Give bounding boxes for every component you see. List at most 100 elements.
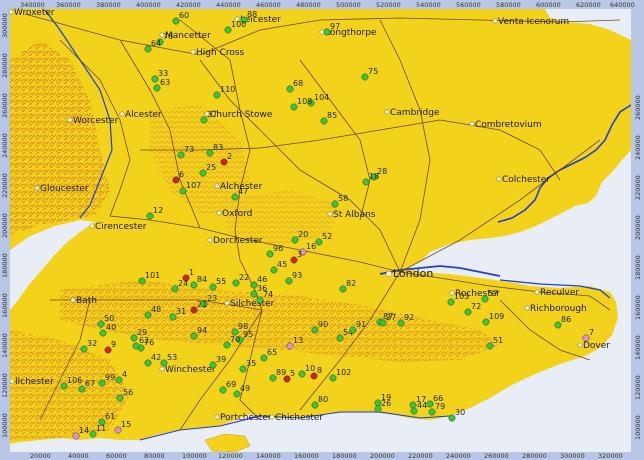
bottom-tick: 180000 — [332, 452, 357, 460]
site-number: 18 — [369, 172, 379, 181]
site-number: 33 — [158, 69, 168, 78]
town-marker — [207, 237, 213, 243]
town: Gloucester — [34, 184, 89, 194]
town-label: Gloucester — [40, 184, 89, 194]
left-axis: 300000 280000 260000 240000 220000 20000… — [1, 13, 9, 438]
town-label: Venta Icenorum — [498, 17, 569, 27]
town-label: High Cross — [196, 48, 245, 58]
bottom-tick: 20000 — [30, 452, 51, 460]
site-number: 51 — [493, 336, 503, 345]
bottom-tick: 100000 — [182, 452, 207, 460]
town-label: Oxford — [222, 209, 252, 219]
site-number: 89 — [276, 368, 286, 377]
site-number: 67 — [85, 379, 95, 388]
site-number: 22 — [239, 273, 249, 282]
site-number: 75 — [368, 67, 378, 76]
left-tick: 160000 — [1, 293, 9, 318]
right-tick: 180000 — [634, 255, 642, 280]
site-number: 74 — [263, 290, 273, 299]
right-tick: 140000 — [634, 335, 642, 360]
town: Dorchester — [207, 236, 263, 246]
site-number: 100 — [231, 20, 246, 29]
town-label: Dover — [583, 341, 610, 351]
left-tick: 300000 — [1, 13, 9, 38]
site-number: 24 — [178, 279, 188, 288]
bottom-tick: 260000 — [484, 452, 509, 460]
site-number: 12 — [153, 206, 163, 215]
top-tick: 580000 — [496, 1, 521, 9]
top-tick: 420000 — [176, 1, 201, 9]
site-number: 70 — [230, 335, 240, 344]
right-tick: 160000 — [634, 295, 642, 320]
site-number: 13 — [293, 336, 303, 345]
town-label: Richborough — [530, 304, 587, 314]
site-number: 42 — [151, 353, 161, 362]
bottom-tick: 320000 — [598, 452, 623, 460]
site-number: 11 — [96, 424, 106, 433]
site-number: 63 — [160, 78, 170, 87]
left-tick: 140000 — [1, 333, 9, 358]
site-number: 15 — [121, 420, 131, 429]
town: Richborough — [524, 304, 587, 314]
left-tick: 120000 — [1, 373, 9, 398]
town-label: Reculver — [540, 288, 579, 298]
town-label: Worcester — [73, 116, 119, 126]
site-number: 104 — [314, 93, 329, 102]
town: Cambridge — [384, 108, 440, 118]
site-number: 44 — [417, 401, 427, 410]
site-number: 95 — [243, 330, 253, 339]
site-number: 2 — [227, 152, 232, 161]
top-tick: 540000 — [416, 1, 441, 9]
site-number: 39 — [216, 355, 226, 364]
site-number: 50 — [104, 314, 114, 323]
site-number: 83 — [213, 143, 223, 152]
bottom-tick: 80000 — [144, 452, 165, 460]
town-marker — [327, 211, 333, 217]
top-tick: 640000 — [610, 1, 635, 9]
right-tick: 200000 — [634, 215, 642, 240]
town-marker — [216, 210, 222, 216]
right-tick: 120000 — [634, 375, 642, 400]
town-marker — [119, 111, 125, 117]
top-tick: 400000 — [136, 1, 161, 9]
town-label: Combretovium — [475, 120, 542, 130]
top-tick: 460000 — [256, 1, 281, 9]
site-number: 73 — [184, 145, 194, 154]
top-tick: 500000 — [336, 1, 361, 9]
site-number: 91 — [356, 320, 366, 329]
town-marker — [9, 378, 15, 384]
site-number: 62 — [139, 336, 149, 345]
town: Portchester — [214, 413, 272, 423]
town-marker — [496, 176, 502, 182]
town: London — [385, 267, 433, 280]
site-number: 103 — [454, 292, 469, 301]
town: Venta Icenorum — [492, 17, 569, 27]
bottom-tick: 300000 — [560, 452, 585, 460]
site-number: 94 — [197, 326, 207, 335]
town-label: Cambridge — [390, 108, 440, 118]
left-tick: 180000 — [1, 253, 9, 278]
site-number: 47 — [238, 187, 248, 196]
bottom-tick: 240000 — [446, 452, 471, 460]
town: Alcester — [119, 110, 162, 120]
site-number: 31 — [176, 307, 186, 316]
left-tick: 220000 — [1, 173, 9, 198]
site-number: 1 — [189, 268, 194, 277]
site-number: 92 — [404, 313, 414, 322]
site-number: 109 — [489, 312, 504, 321]
site-number: 99 — [105, 373, 115, 382]
site-number: 101 — [145, 271, 160, 280]
site-number: 97 — [330, 22, 340, 31]
site-number: 110 — [220, 85, 235, 94]
site-number: 4 — [122, 370, 127, 379]
site-number: 68 — [293, 79, 303, 88]
town-label: Cirencester — [95, 222, 147, 232]
site-number: 21 — [197, 300, 207, 309]
site-number: 23 — [207, 294, 217, 303]
site-number: 53 — [167, 353, 177, 362]
town-label: Chichester — [275, 413, 323, 423]
site-number: 79 — [435, 402, 445, 411]
site-number: 3 — [297, 250, 302, 259]
town-marker — [269, 414, 275, 420]
top-tick: 360000 — [56, 1, 81, 9]
